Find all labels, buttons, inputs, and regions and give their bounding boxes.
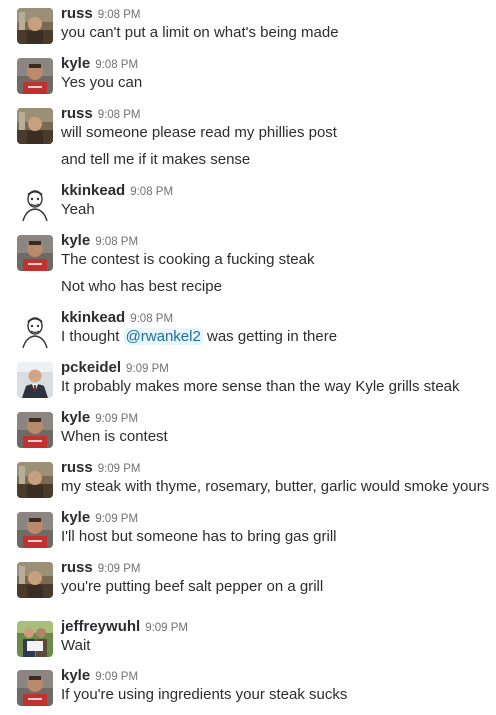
- avatar[interactable]: [17, 235, 53, 271]
- message-text: It probably makes more sense than the wa…: [61, 377, 460, 397]
- message-text: Not who has best recipe: [61, 277, 222, 297]
- message-text-segment: The contest is cooking a fucking steak: [61, 251, 315, 268]
- message-text-segment: will someone please read my phillies pos…: [61, 124, 337, 141]
- message-header: russ 9:08 PM: [61, 4, 141, 25]
- message-text: my steak with thyme, rosemary, butter, g…: [61, 477, 489, 497]
- username[interactable]: russ: [61, 5, 93, 22]
- timestamp[interactable]: 9:08 PM: [130, 186, 173, 198]
- timestamp[interactable]: 9:09 PM: [95, 413, 138, 425]
- message: kyle 9:09 PM When is contest: [0, 407, 496, 451]
- avatar[interactable]: [17, 562, 53, 598]
- message-header: pckeidel 9:09 PM: [61, 358, 169, 379]
- username[interactable]: russ: [61, 105, 93, 122]
- message-text: When is contest: [61, 427, 168, 447]
- timestamp[interactable]: 9:08 PM: [98, 109, 141, 121]
- username[interactable]: kkinkead: [61, 309, 125, 326]
- username[interactable]: kyle: [61, 509, 90, 526]
- message-list: russ 9:08 PM you can't put a limit on what…: [0, 0, 496, 715]
- message-text-segment: Not who has best recipe: [61, 278, 222, 295]
- message-text: Wait: [61, 636, 90, 656]
- message: russ 9:08 PM you can't put a limit on what…: [0, 3, 496, 47]
- message-header: kyle 9:09 PM: [61, 508, 138, 529]
- message-header: kyle 9:08 PM: [61, 54, 138, 75]
- avatar[interactable]: [17, 412, 53, 448]
- message-header: kyle 9:09 PM: [61, 666, 138, 687]
- message-text-segment: you're putting beef salt pepper on a gri…: [61, 578, 324, 595]
- user-mention[interactable]: @rwankel2: [123, 328, 203, 345]
- avatar[interactable]: [17, 8, 53, 44]
- timestamp[interactable]: 9:08 PM: [95, 59, 138, 71]
- username[interactable]: kyle: [61, 55, 90, 72]
- username[interactable]: pckeidel: [61, 359, 121, 376]
- message-text-segment: my steak with thyme, rosemary, butter, g…: [61, 478, 490, 495]
- message-header: kyle 9:09 PM: [61, 408, 138, 429]
- username[interactable]: russ: [61, 459, 93, 476]
- message-text-segment: you can't put a limit on what's being ma…: [61, 24, 339, 41]
- message-text-segment: It probably makes more sense than the wa…: [61, 378, 460, 395]
- avatar[interactable]: [17, 621, 53, 657]
- timestamp[interactable]: 9:09 PM: [126, 363, 169, 375]
- message-text-segment: If you're using ingredients your steak s…: [61, 686, 348, 703]
- avatar[interactable]: [17, 108, 53, 144]
- message-text: and tell me if it makes sense: [61, 150, 250, 170]
- username[interactable]: jeffreywuhl: [61, 618, 140, 635]
- message-text: you're putting beef salt pepper on a gri…: [61, 577, 323, 597]
- username[interactable]: kyle: [61, 667, 90, 684]
- message: kyle 9:08 PM The contest is cooking a fuck…: [0, 230, 496, 301]
- timestamp[interactable]: 9:09 PM: [95, 671, 138, 683]
- message-text: I'll host but someone has to bring gas g…: [61, 527, 337, 547]
- message-text: you can't put a limit on what's being ma…: [61, 23, 339, 43]
- message: russ 9:08 PM will someone please read my p…: [0, 103, 496, 174]
- avatar[interactable]: [17, 312, 53, 348]
- timestamp[interactable]: 9:09 PM: [145, 622, 188, 634]
- message-text-segment: I thought: [61, 328, 124, 345]
- avatar[interactable]: [17, 670, 53, 706]
- message-text-segment: was getting in there: [202, 328, 338, 345]
- username[interactable]: kkinkead: [61, 182, 125, 199]
- message: jeffreywuhl 9:09 PM Wait: [0, 616, 496, 660]
- message: pckeidel 9:09 PM It probably makes more se…: [0, 357, 496, 401]
- username[interactable]: kyle: [61, 232, 90, 249]
- message-header: russ 9:08 PM: [61, 104, 141, 125]
- message: kkinkead 9:08 PM Yeah: [0, 180, 496, 224]
- message: kkinkead 9:08 PM I thought @rwankel2 was g…: [0, 307, 496, 351]
- message-text: If you're using ingredients your steak s…: [61, 685, 347, 705]
- message-text: will someone please read my phillies pos…: [61, 123, 337, 143]
- message-header: kkinkead 9:08 PM: [61, 181, 173, 202]
- timestamp[interactable]: 9:08 PM: [130, 313, 173, 325]
- avatar[interactable]: [17, 185, 53, 221]
- message: kyle 9:08 PM Yes you can: [0, 53, 496, 97]
- message-text-segment: Wait: [61, 637, 91, 654]
- message-text-segment: Yes you can: [61, 74, 143, 91]
- message-header: kyle 9:08 PM: [61, 231, 138, 252]
- message-text-segment: and tell me if it makes sense: [61, 151, 251, 168]
- message-text-segment: I'll host but someone has to bring gas g…: [61, 528, 337, 545]
- message: kyle 9:09 PM I'll host but someone has to …: [0, 507, 496, 551]
- message-header: kkinkead 9:08 PM: [61, 308, 173, 329]
- timestamp[interactable]: 9:09 PM: [98, 563, 141, 575]
- message-text: The contest is cooking a fucking steak: [61, 250, 314, 270]
- timestamp[interactable]: 9:09 PM: [95, 513, 138, 525]
- message: russ 9:09 PM you're putting beef salt pepp…: [0, 557, 496, 601]
- message-header: jeffreywuhl 9:09 PM: [61, 617, 188, 638]
- avatar[interactable]: [17, 462, 53, 498]
- message-header: russ 9:09 PM: [61, 558, 141, 579]
- timestamp[interactable]: 9:08 PM: [95, 236, 138, 248]
- avatar[interactable]: [17, 512, 53, 548]
- timestamp[interactable]: 9:08 PM: [98, 9, 141, 21]
- timestamp[interactable]: 9:09 PM: [98, 463, 141, 475]
- avatar[interactable]: [17, 58, 53, 94]
- username[interactable]: russ: [61, 559, 93, 576]
- username[interactable]: kyle: [61, 409, 90, 426]
- message: kyle 9:09 PM If you're using ingredients y…: [0, 665, 496, 709]
- message-text: Yeah: [61, 200, 95, 220]
- message-text: I thought @rwankel2 was getting in there: [61, 327, 337, 347]
- message-text: Yes you can: [61, 73, 142, 93]
- message: russ 9:09 PM my steak with thyme, rosemary…: [0, 457, 496, 501]
- message-text-segment: When is contest: [61, 428, 168, 445]
- message-header: russ 9:09 PM: [61, 458, 141, 479]
- message-text-segment: Yeah: [61, 201, 95, 218]
- avatar[interactable]: [17, 362, 53, 398]
